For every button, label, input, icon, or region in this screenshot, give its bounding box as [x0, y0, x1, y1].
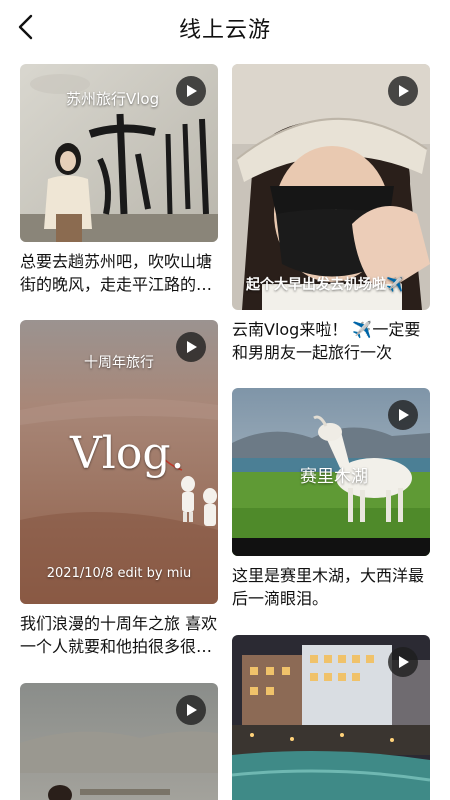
video-thumbnail[interactable]: 赛里木湖	[232, 388, 430, 556]
thumbnail-subtitle: 起个大早出发去机场啦✈️	[246, 277, 404, 293]
video-thumbnail[interactable]	[20, 683, 218, 800]
video-card-suzhou[interactable]: 苏州旅行Vlog 总要去趟苏州吧，吹吹山塘街的晚风，走走平江路的小巷	[20, 64, 218, 296]
play-icon	[187, 341, 197, 353]
video-thumbnail[interactable]: 十周年旅行 Vlog. 2021/10/8 edit by miu	[20, 320, 218, 604]
thumbnail-title: 赛里木湖	[300, 467, 368, 487]
play-icon	[187, 704, 197, 716]
thumbnail-vlog-text: Vlog.	[70, 428, 185, 479]
video-thumbnail[interactable]: 苏州旅行Vlog	[20, 64, 218, 242]
video-thumbnail[interactable]	[232, 635, 430, 800]
play-button[interactable]	[388, 400, 418, 430]
play-button[interactable]	[176, 332, 206, 362]
video-card-yunnan[interactable]: 起个大早出发去机场啦✈️ 云南Vlog来啦！ ✈️一定要和男朋友一起旅行一次	[232, 64, 430, 364]
video-card-anniversary[interactable]: 十周年旅行 Vlog. 2021/10/8 edit by miu 我们浪漫的十…	[20, 320, 218, 658]
play-button[interactable]	[176, 695, 206, 725]
header: 线上云游	[0, 0, 450, 56]
play-button[interactable]	[388, 647, 418, 677]
video-caption[interactable]: 我们浪漫的十周年之旅 喜欢一个人就要和他拍很多很多照片	[20, 612, 218, 658]
play-button[interactable]	[176, 76, 206, 106]
play-icon	[399, 85, 409, 97]
video-caption[interactable]: 云南Vlog来啦！ ✈️一定要和男朋友一起旅行一次	[232, 318, 430, 364]
video-thumbnail[interactable]: 起个大早出发去机场啦✈️	[232, 64, 430, 310]
thumbnail-footer: 2021/10/8 edit by miu	[46, 566, 192, 581]
play-icon	[187, 85, 197, 97]
video-card-5[interactable]	[20, 683, 218, 800]
video-card-sayram-lake[interactable]: 赛里木湖 这里是赛里木湖，大西洋最后一滴眼泪。	[232, 388, 430, 610]
thumbnail-title: 苏州旅行Vlog	[66, 90, 160, 108]
play-icon	[399, 409, 409, 421]
video-caption[interactable]: 总要去趟苏州吧，吹吹山塘街的晚风，走走平江路的小巷	[20, 250, 218, 296]
page-title: 线上云游	[178, 18, 271, 43]
play-icon	[399, 656, 409, 668]
play-button[interactable]	[388, 76, 418, 106]
video-card-6[interactable]	[232, 635, 430, 800]
video-caption[interactable]: 这里是赛里木湖，大西洋最后一滴眼泪。	[232, 564, 430, 610]
